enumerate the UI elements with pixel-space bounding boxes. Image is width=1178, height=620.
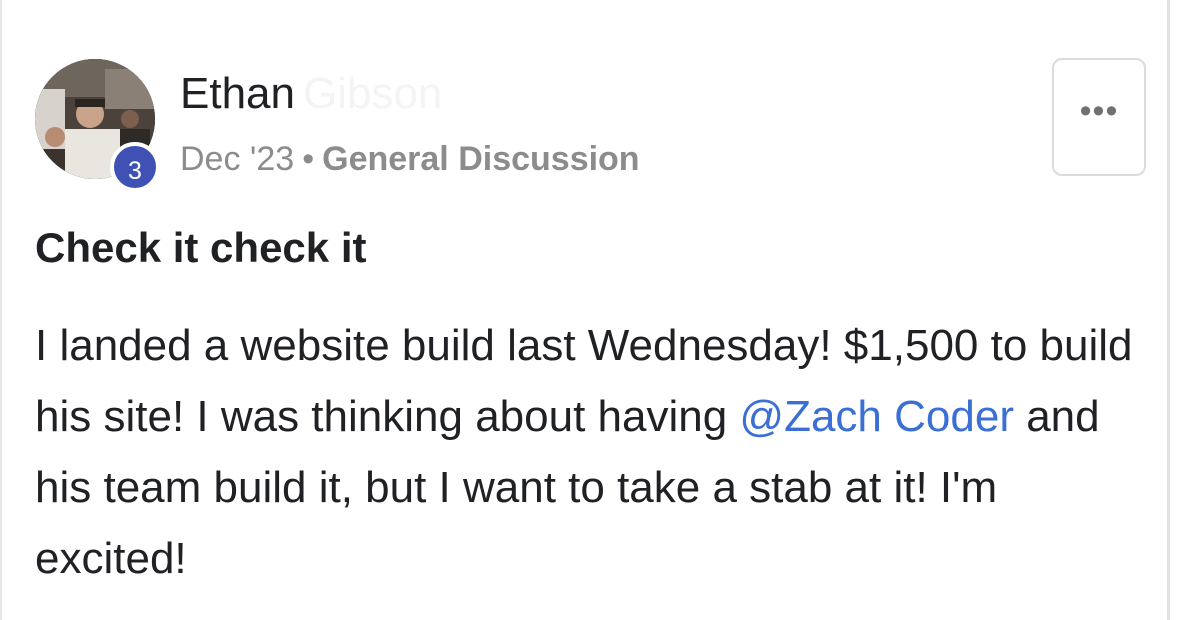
author-name[interactable]: Ethan Gibson — [180, 67, 442, 121]
level-badge: 3 — [110, 142, 160, 192]
post-category[interactable]: General Discussion — [322, 140, 639, 178]
post-card: 3 Ethan Gibson Dec '23 • General Discussion… — [0, 0, 1170, 620]
author-avatar-group[interactable]: 3 — [32, 57, 160, 192]
post-meta: Dec '23 • General Discussion — [180, 137, 640, 181]
post-date[interactable]: Dec '23 — [180, 140, 294, 178]
more-horizontal-icon: ••• — [1079, 92, 1119, 130]
author-last-name[interactable]: Gibson — [303, 69, 442, 118]
author-first-name[interactable]: Ethan — [180, 69, 295, 118]
user-mention-link[interactable]: @Zach Coder — [739, 392, 1014, 441]
more-options-button[interactable]: ••• — [1052, 58, 1146, 176]
meta-separator: • — [302, 140, 315, 178]
post-body: I landed a website build last Wednesday!… — [35, 310, 1160, 594]
post-title[interactable]: Check it check it — [35, 222, 366, 274]
